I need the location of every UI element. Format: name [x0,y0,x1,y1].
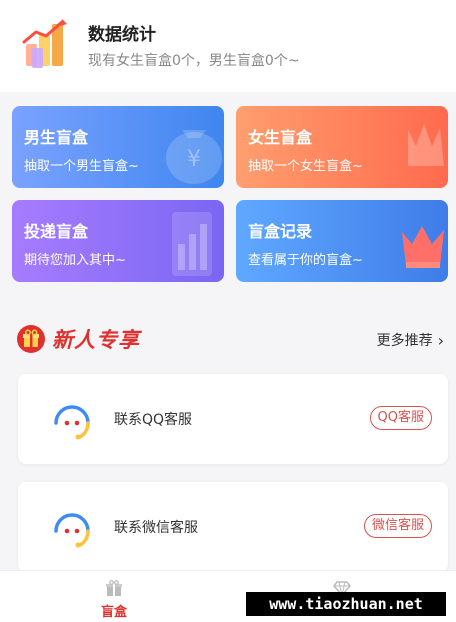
stats-subtitle: 现有女生盲盒0个，男生盲盒0个~ [88,53,300,69]
newbie-title-text: 新人专享 [52,328,140,352]
boy-box-card[interactable]: ¥ 男生盲盒 抽取一个男生盲盒~ [12,106,224,188]
headset-icon [54,405,90,440]
record-box-card[interactable]: 盲盒记录 查看属于你的盲盒~ [236,200,448,282]
gift-icon [17,325,45,353]
card-subtitle: 期待您加入其中~ [24,253,126,268]
more-recommend-label: 更多推荐 [376,333,433,349]
tab-blind-box[interactable]: 盲盒 [0,571,228,622]
stats-header: 数据统计 现有女生盲盒0个，男生盲盒0个~ [0,0,456,92]
money-bag-icon: ¥ [166,130,222,184]
card-title: 女生盲盒 [248,128,313,147]
card-subtitle: 抽取一个男生盲盒~ [24,159,139,174]
card-title: 盲盒记录 [248,222,313,241]
tab-blind-box-label: 盲盒 [100,605,127,620]
qq-service-card[interactable]: 联系QQ客服 QQ客服 [18,374,448,464]
chart-icon [172,212,212,276]
crown-icon [402,226,444,268]
gift-box-icon [106,580,122,596]
card-subtitle: 抽取一个女生盲盒~ [248,159,363,174]
newbie-section-title: 新人专享 [16,322,140,356]
card-subtitle: 查看属于你的盲盒~ [248,253,363,268]
wechat-service-card[interactable]: 联系微信客服 微信客服 [18,482,448,572]
card-title: 投递盲盒 [24,222,89,241]
card-title: 男生盲盒 [24,128,89,147]
watermark-text: www.tiaozhuan.net [246,592,446,616]
svg-text:¥: ¥ [187,147,201,172]
qq-service-label: 联系QQ客服 [114,412,193,428]
qq-service-button[interactable]: QQ客服 [369,406,432,430]
girl-box-card[interactable]: 女生盲盒 抽取一个女生盲盒~ [236,106,448,188]
wechat-service-button[interactable]: 微信客服 [363,514,432,538]
stats-title: 数据统计 [88,25,156,45]
heart-hand-icon [408,124,444,166]
chevron-right-icon: › [437,330,444,350]
bar-chart-icon [22,19,67,68]
deliver-box-card[interactable]: 投递盲盒 期待您加入其中~ [12,200,224,282]
headset-icon [54,513,90,548]
wechat-service-label: 联系微信客服 [114,520,198,536]
more-recommend-link[interactable]: 更多推荐 › [377,330,444,350]
